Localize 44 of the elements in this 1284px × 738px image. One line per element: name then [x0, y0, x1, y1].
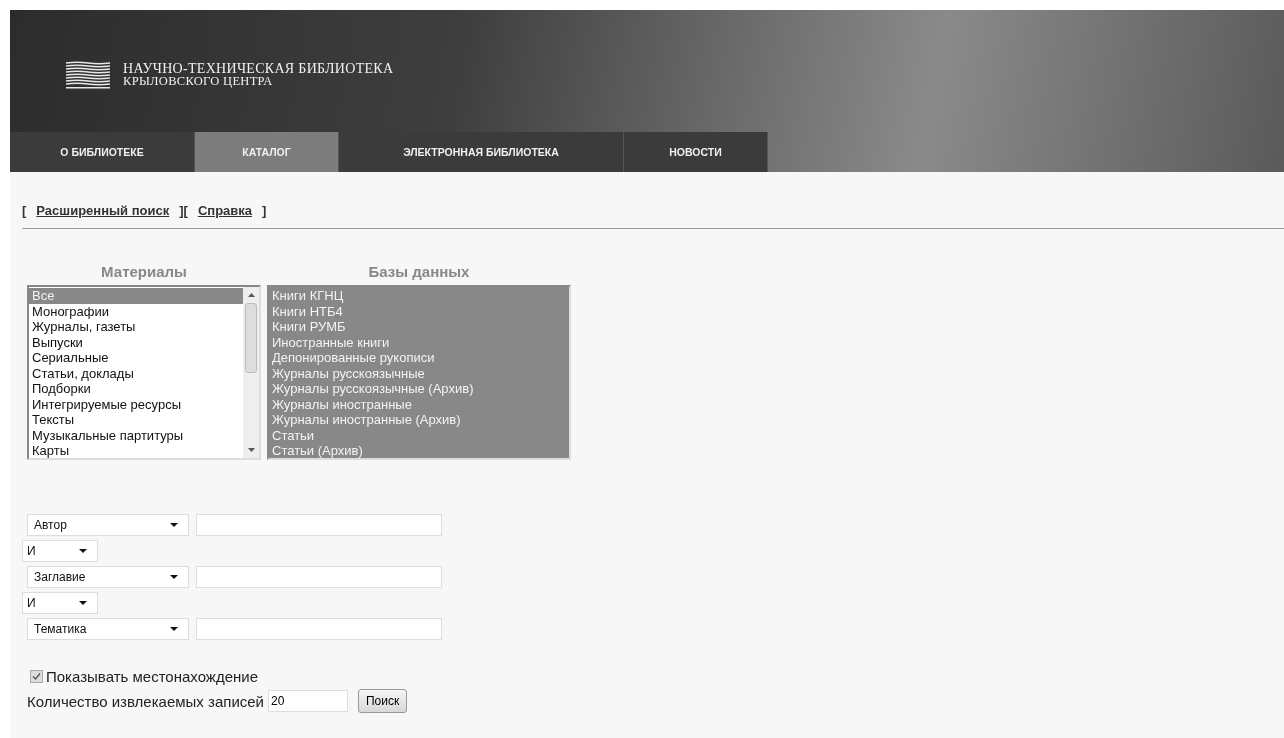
- nav-tab[interactable]: О БИБЛИОТЕКЕ: [10, 132, 195, 172]
- list-option[interactable]: Карты: [29, 443, 243, 458]
- list-option[interactable]: Подборки: [29, 381, 243, 397]
- link[interactable]: Расширенный поиск: [36, 203, 170, 218]
- list-option[interactable]: Монографии: [29, 303, 243, 319]
- logo-icon: [66, 61, 110, 89]
- list-option[interactable]: Интегрируемые ресурсы: [29, 396, 243, 412]
- checkbox-label: Показывать местонахождение: [46, 668, 258, 685]
- count-label: Количество извлекаемых записей: [27, 692, 264, 710]
- input-field[interactable]: [196, 618, 442, 640]
- list-heading: Материалы: [100, 263, 188, 280]
- field-select[interactable]: Заглавие: [27, 566, 189, 588]
- list-option[interactable]: Выпуски: [29, 334, 243, 350]
- count-field[interactable]: 20: [268, 690, 348, 712]
- bracket: [: [22, 203, 27, 218]
- nav-tab[interactable]: КАТАЛОГ: [195, 132, 339, 172]
- list-option[interactable]: Статьи, доклады: [29, 365, 243, 381]
- checkbox[interactable]: [30, 670, 43, 683]
- library-subtitle: КРЫЛОВСКОГО ЦЕНТРА: [123, 75, 274, 88]
- scrollbar[interactable]: [243, 287, 259, 458]
- link[interactable]: Справка: [197, 203, 253, 218]
- field-select[interactable]: Автор: [27, 514, 189, 536]
- scroll-thumb[interactable]: [245, 303, 257, 373]
- caret-icon: [170, 627, 178, 631]
- bracket: ][: [179, 203, 188, 218]
- list-option[interactable]: Тексты: [29, 412, 243, 428]
- caret-icon: [170, 523, 178, 527]
- list-heading: Базы данных: [367, 263, 471, 280]
- operator-select[interactable]: И: [22, 592, 98, 614]
- caret-icon: [170, 575, 178, 579]
- search-button[interactable]: Поиск: [358, 689, 408, 713]
- bracket: ]: [262, 203, 267, 218]
- input-field[interactable]: [196, 566, 442, 588]
- field-select[interactable]: Тематика: [27, 618, 189, 640]
- list-option[interactable]: Журналы, газеты: [29, 319, 243, 335]
- caret-icon: [79, 601, 87, 605]
- library-title: НАУЧНО-ТЕХНИЧЕСКАЯ БИБЛИОТЕКА: [123, 62, 394, 75]
- list-option[interactable]: Музыкальные партитуры: [29, 427, 243, 443]
- nav-tab[interactable]: НОВОСТИ: [624, 132, 768, 172]
- list-option[interactable]: Сериальные: [29, 350, 243, 366]
- list-box[interactable]: Все Монографии Журналы, газеты Выпуски Сериальные Статьи, доклады Подборки Интегрируемые ресурсы Тексты Музыкальные партитуры Карты: [27, 285, 261, 460]
- operator-select[interactable]: И: [22, 540, 98, 562]
- caret-icon: [79, 549, 87, 553]
- input-field[interactable]: [196, 514, 442, 536]
